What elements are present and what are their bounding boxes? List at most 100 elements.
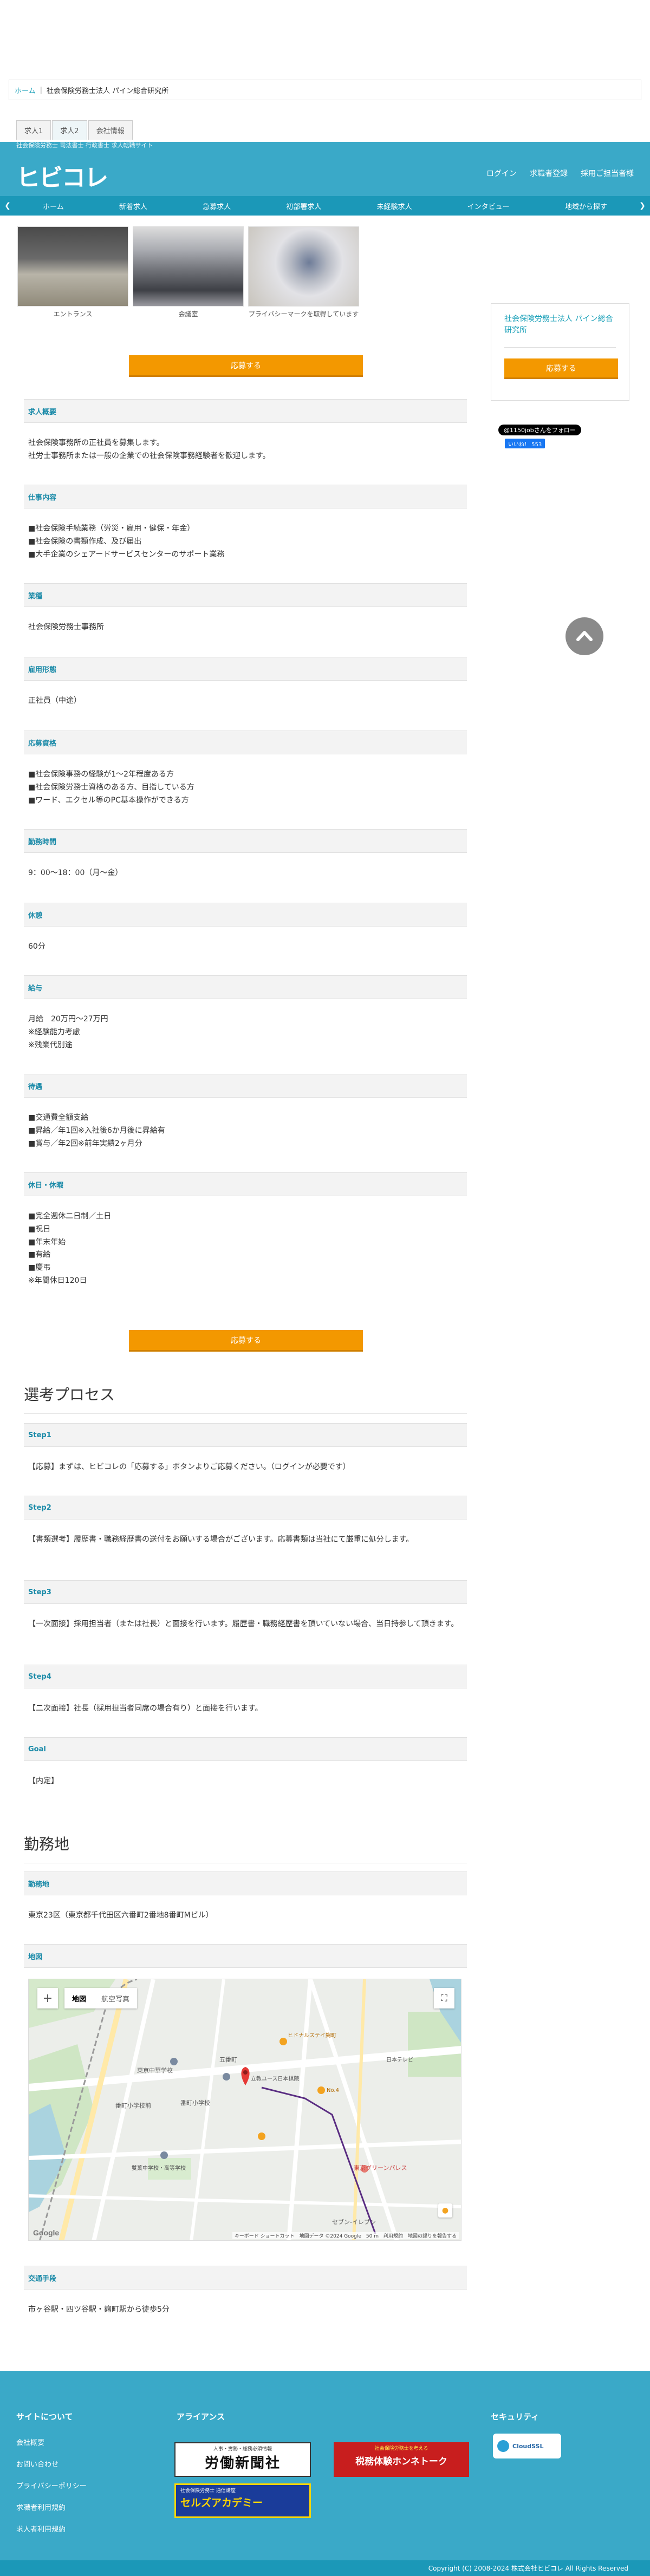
map-label: 五番町	[219, 2056, 237, 2063]
section-heading: 仕事内容	[24, 485, 467, 508]
apply-button-bottom[interactable]: 応募する	[129, 1330, 363, 1352]
access-text: 市ヶ谷駅・四ツ谷駅・麹町駅から徒歩5分	[28, 2305, 170, 2314]
breadcrumb-separator: |	[40, 86, 43, 94]
sidebar-apply-box: 社会保険労務士法人 パイン総合研究所 応募する	[491, 303, 629, 401]
section-body: ■交通費全額支給 ■昇給／年1回※入社後6か月後に昇給有 ■賞与／年2回※前年実…	[28, 1113, 165, 1148]
process-step: Step1 【応募】まずは、ヒビコレの「応募する」ボタンよりご応募ください。（ロ…	[24, 1423, 467, 1488]
step-body: 【応募】まずは、ヒビコレの「応募する」ボタンよりご応募ください。（ログインが必要…	[28, 1463, 350, 1471]
apply-button-top[interactable]: 応募する	[129, 355, 363, 377]
nav-item-inexperienced[interactable]: 未経験求人	[376, 201, 412, 211]
footer-link-company[interactable]: 会社概要	[16, 2437, 44, 2447]
nav-item-new[interactable]: 新着求人	[119, 201, 147, 211]
nav-item-interview[interactable]: インタビュー	[467, 201, 510, 211]
x-follow-button[interactable]: @1150jobさんをフォロー	[498, 425, 581, 435]
site-footer	[0, 2371, 650, 2576]
chevron-up-icon	[576, 631, 593, 641]
process-step: Step4 【二次面接】社長（採用担当者同席の場合有り）と面接を行います。	[24, 1665, 467, 1730]
address-heading: 勤務地	[24, 1871, 467, 1895]
address-text: 東京23区（東京都千代田区六番町2番地8番町Mビル）	[28, 1911, 213, 1920]
section-requirements: 応募資格 ■社会保険事務の経験が1～2年程度ある方 ■社会保険労務士資格のある方…	[24, 731, 467, 821]
rodo-shinbun-banner[interactable]: 人事・労務・総務必須情報 労働新聞社	[174, 2442, 311, 2477]
section-job-description: 仕事内容 ■社会保険手続業務（労災・雇用・健保・年金） ■社会保険の書類作成、及…	[24, 485, 467, 575]
facebook-like-button[interactable]: いいね！ 553	[505, 439, 545, 448]
header-nav: ログイン 求職者登録 採用ご担当者様	[486, 168, 634, 179]
map-heading: 地図	[24, 1944, 467, 1968]
login-link[interactable]: ログイン	[486, 168, 517, 179]
gallery-item: 会議室	[133, 226, 244, 319]
tab-job2[interactable]: 求人2	[52, 120, 87, 140]
section-employment-type: 雇用形態 正社員（中途）	[24, 657, 467, 722]
map-zoom-in-button[interactable]: +	[37, 1988, 58, 2008]
nav-item-region[interactable]: 地域から探す	[565, 201, 607, 211]
gallery-caption: エントランス	[53, 310, 93, 318]
map-attribution: キーボード ショートカット 地図データ ©2024 Google 50 m 利用…	[232, 2232, 459, 2239]
step-heading: Step4	[24, 1665, 467, 1688]
register-link[interactable]: 求職者登録	[530, 168, 568, 179]
site-logo[interactable]: ヒビコレ	[16, 158, 108, 193]
step-body: 【一次面接】採用担当者（または社長）と面接を行います。履歴書・職務経歴書を頂いて…	[28, 1620, 459, 1628]
step-body: 【二次面接】社長（採用担当者同席の場合有り）と面接を行います。	[28, 1704, 263, 1713]
map-label: 日本テレビ	[386, 2057, 413, 2063]
cells-academy-banner[interactable]: 社会保険労務士 通信講座 セルズアカデミー	[174, 2483, 311, 2518]
breadcrumb-home[interactable]: ホーム	[15, 85, 36, 95]
tab-company[interactable]: 会社情報	[88, 120, 133, 140]
section-heading: 勤務時間	[24, 829, 467, 853]
ssl-seal[interactable]: CloudSSL	[493, 2434, 561, 2458]
footer-about-title: サイトについて	[16, 2412, 73, 2422]
footer-security-title: セキュリティ	[491, 2412, 540, 2422]
section-body: 月給 20万円〜27万円 ※経験能力考慮 ※残業代別途	[28, 1015, 108, 1049]
process-step: Step2 【書類選考】履歴書・職務経歴書の送付をお願いする場合がございます。応…	[24, 1496, 467, 1561]
map-label: 立教ユース日本棋院	[251, 2076, 300, 2082]
footer-alliance-title: アライアンス	[177, 2412, 225, 2422]
meeting-room-photo	[133, 226, 244, 306]
nav-item-urgent[interactable]: 急募求人	[203, 201, 231, 211]
map-type-roadmap[interactable]: 地図	[64, 1988, 94, 2008]
process-step: Goal 【内定】	[24, 1737, 467, 1802]
section-salary: 給与 月給 20万円〜27万円 ※経験能力考慮 ※残業代別途	[24, 975, 467, 1066]
map-type-satellite[interactable]: 航空写真	[94, 1988, 137, 2008]
fullscreen-icon[interactable]: ⛶	[434, 1988, 454, 2008]
map-label: 番町小学校	[180, 2099, 210, 2107]
section-heading: 求人概要	[24, 399, 467, 423]
step-heading: Step2	[24, 1496, 467, 1519]
section-break: 休憩 60分	[24, 903, 467, 968]
section-industry: 業種 社会保険労務士事務所	[24, 583, 467, 648]
entrance-photo	[17, 226, 128, 306]
section-body: ■社会保険手続業務（労災・雇用・健保・年金） ■社会保険の書類作成、及び届出 ■…	[28, 524, 225, 559]
sidebar-apply-button[interactable]: 応募する	[504, 358, 618, 379]
section-heading: 雇用形態	[24, 657, 467, 681]
footer-link-contact[interactable]: お問い合わせ	[16, 2458, 58, 2469]
section-work-hours: 勤務時間 9：00〜18：00（月〜金）	[24, 829, 467, 894]
footer-link-employer-terms[interactable]: 求人者利用規約	[16, 2523, 66, 2534]
privacy-mark-photo	[248, 226, 359, 306]
nav-next-icon[interactable]: ❯	[635, 201, 650, 210]
zeimu-talk-banner[interactable]: 社会保険労務士を考える 税務体験ホンネトーク	[334, 2442, 469, 2477]
nav-item-first[interactable]: 初部署求人	[286, 201, 321, 211]
section-body: 社会保険事務所の正社員を募集します。 社労士事務所または一般の企業での社会保険事…	[28, 439, 270, 460]
section-benefits: 待遇 ■交通費全額支給 ■昇給／年1回※入社後6か月後に昇給有 ■賞与／年2回※…	[24, 1074, 467, 1164]
nav-prev-icon[interactable]: ❮	[0, 201, 15, 210]
street-view-icon[interactable]: ●	[438, 2203, 452, 2218]
copyright: Copyright (C) 2008-2024 株式会社ヒビコレ All Rig…	[0, 2560, 650, 2576]
tab-job1[interactable]: 求人1	[16, 120, 51, 140]
nav-item-home[interactable]: ホーム	[43, 201, 64, 211]
section-heading: 業種	[24, 583, 467, 607]
map-label: 東京中華学校	[137, 2067, 173, 2074]
section-heading: 給与	[24, 975, 467, 999]
footer-link-seeker-terms[interactable]: 求職者利用規約	[16, 2502, 66, 2512]
sidebar-company-name[interactable]: 社会保険労務士法人 パイン総合研究所	[504, 314, 616, 348]
site-header: 社会保険労務士 司法書士 行政書士 求人転職サイト ヒビコレ ログイン 求職者登…	[0, 142, 650, 196]
section-overview: 求人概要 社会保険事務所の正社員を募集します。 社労士事務所または一般の企業での…	[24, 399, 467, 477]
section-body: ■完全週休二日制／土日 ■祝日 ■年末年始 ■有給 ■慶弔 ※年間休日120日	[28, 1212, 112, 1285]
footer-link-privacy[interactable]: プライバシーポリシー	[16, 2480, 87, 2490]
scroll-to-top-button[interactable]	[566, 617, 603, 655]
step-heading: Goal	[24, 1737, 467, 1761]
map-canvas[interactable]	[29, 1979, 461, 2241]
map-label: 東京グリーンパレス	[354, 2164, 407, 2171]
map-label: セブン-イレブン	[332, 2219, 376, 2226]
job-tabs: 求人1 求人2 会社情報	[16, 120, 134, 140]
employer-link[interactable]: 採用ご担当者様	[581, 168, 634, 179]
process-step: Step3 【一次面接】採用担当者（または社長）と面接を行います。履歴書・職務経…	[24, 1580, 467, 1645]
google-map[interactable]: + 地図 航空写真 ⛶ ● 五番町 東京中華学校 ヒドナルステイ麹町 日本テレビ…	[28, 1979, 461, 2241]
lock-icon	[497, 2440, 509, 2452]
